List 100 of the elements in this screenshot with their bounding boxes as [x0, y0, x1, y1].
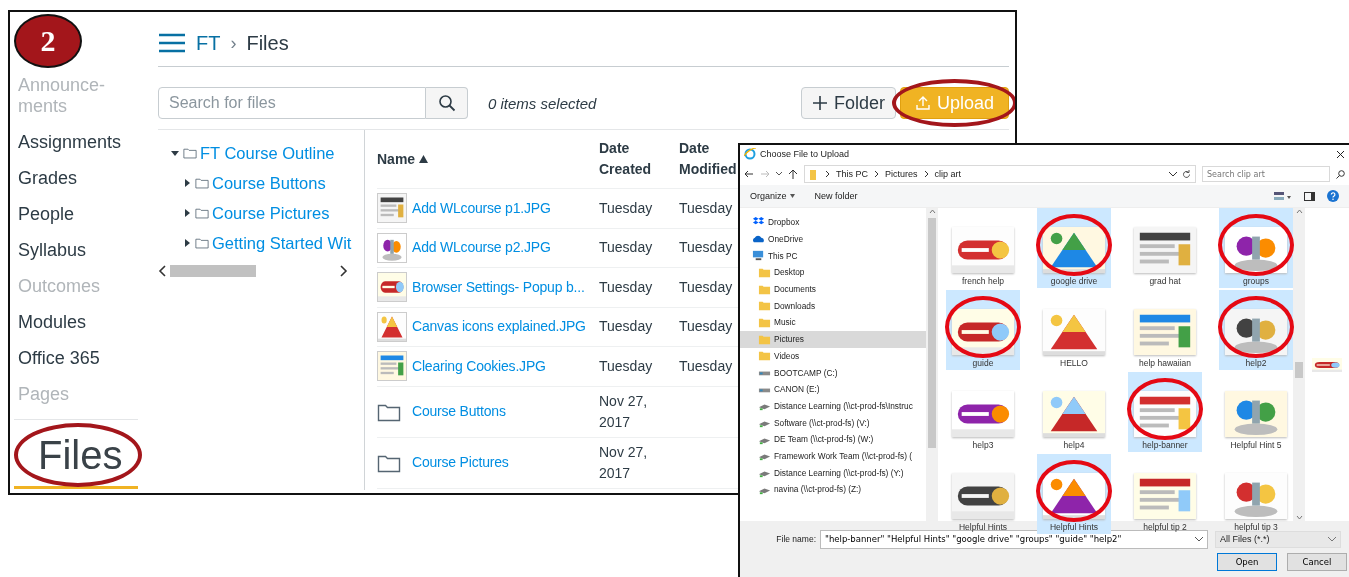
folder-tree-item[interactable]: Course Buttons: [212, 173, 326, 193]
file-link[interactable]: Course Buttons: [412, 401, 506, 422]
scroll-down-icon[interactable]: [1295, 515, 1303, 521]
table-cell: Tuesday: [679, 318, 733, 335]
nav-link[interactable]: Syllabus: [18, 240, 87, 261]
nav-pane-item[interactable]: DE Team (\\ct-prod-fs) (W:): [740, 430, 926, 448]
caret-right-icon[interactable]: [182, 208, 192, 218]
breadcrumb-current: Files: [246, 31, 289, 55]
file-link[interactable]: Add WLcourse p2.JPG: [412, 237, 551, 259]
scrollbar-thumb[interactable]: [170, 265, 256, 277]
nav-pane-item[interactable]: Desktop: [740, 264, 926, 281]
nav-pane-item[interactable]: Downloads: [740, 297, 926, 315]
folder-tree-item[interactable]: Getting Started Wit: [212, 233, 352, 253]
close-icon[interactable]: [1336, 149, 1345, 159]
file-thumbnail[interactable]: Helpful Hint 5: [1219, 372, 1293, 452]
scrollbar-thumb[interactable]: [1295, 362, 1303, 378]
file-thumbnail[interactable]: grad hat: [1128, 208, 1202, 288]
file-thumbnail[interactable]: help2: [1219, 290, 1293, 370]
search-icon[interactable]: [1336, 169, 1345, 179]
nav-pane-item[interactable]: Software (\\ct-prod-fs) (V:): [740, 414, 926, 431]
scroll-up-icon[interactable]: [1295, 208, 1303, 214]
folder-tree-item[interactable]: FT Course Outline: [200, 143, 335, 163]
scrollbar-thumb[interactable]: [928, 218, 936, 448]
dropdown-icon[interactable]: [1169, 171, 1177, 177]
path-segment[interactable]: Pictures: [885, 169, 918, 179]
computer-icon: [752, 249, 765, 263]
column-header[interactable]: Date Modified: [679, 138, 739, 180]
folder-icon: [195, 237, 209, 249]
nav-pane-item[interactable]: Framework Work Team (\\ct-prod-fs) (: [740, 447, 926, 465]
nav-pane-item[interactable]: Pictures: [740, 330, 926, 348]
file-link[interactable]: Browser Settings- Popup b...: [412, 276, 585, 298]
chevron-right-icon: [922, 170, 930, 178]
nav-pane-item[interactable]: navina (\\ct-prod-fs) (Z:): [740, 481, 926, 498]
dialog-button[interactable]: Cancel: [1287, 553, 1347, 571]
nav-pane-item[interactable]: This PC: [740, 247, 926, 265]
column-header[interactable]: Name: [377, 148, 416, 170]
nav-pane-item[interactable]: OneDrive: [740, 230, 926, 248]
nav-pane-item[interactable]: Music: [740, 314, 926, 331]
file-thumbnail[interactable]: help4: [1037, 372, 1111, 452]
plus-icon: [811, 95, 828, 111]
caret-right-icon[interactable]: [182, 178, 192, 188]
back-arrow-icon[interactable]: [744, 170, 754, 178]
folder-tree-item[interactable]: Course Pictures: [212, 203, 330, 223]
folder-icon: [809, 168, 819, 180]
caret-down-icon[interactable]: [170, 148, 180, 158]
file-link[interactable]: Clearing Cookies.JPG: [412, 355, 546, 377]
file-link[interactable]: Add WLcourse p1.JPG: [412, 197, 551, 219]
table-cell: Tuesday: [599, 318, 653, 335]
nav-pane-item[interactable]: Dropbox: [740, 214, 926, 231]
file-thumbnail[interactable]: Helpful Hints: [1037, 454, 1111, 534]
nav-link[interactable]: Files: [38, 432, 123, 478]
organize-menu[interactable]: Organize: [750, 191, 795, 201]
nav-pane-item[interactable]: Distance Learning (\\ct-prod-fs) (Y:): [740, 464, 926, 481]
scroll-up-icon[interactable]: [928, 208, 936, 214]
file-thumbnail[interactable]: french help: [946, 208, 1020, 288]
refresh-icon[interactable]: [1182, 169, 1191, 179]
scroll-right-icon[interactable]: [338, 265, 348, 277]
dialog-button[interactable]: Open: [1217, 553, 1277, 571]
add-folder-button[interactable]: Folder: [800, 87, 896, 119]
path-segment[interactable]: This PC: [836, 169, 868, 179]
table-cell: Tuesday: [679, 239, 733, 256]
file-thumbnail[interactable]: groups: [1219, 208, 1293, 288]
nav-pane-item[interactable]: Distance Learning (\\ct-prod-fs\Instruc: [740, 397, 926, 415]
nav-pane-item[interactable]: BOOTCAMP (C:): [740, 364, 926, 381]
path-segment[interactable]: clip art: [934, 169, 962, 179]
search-button[interactable]: [426, 87, 468, 119]
search-field[interactable]: Search for files: [158, 87, 426, 119]
caret-down-icon[interactable]: [776, 172, 782, 176]
file-thumbnail[interactable]: HELLO: [1037, 290, 1111, 370]
nav-pane-item[interactable]: Documents: [740, 280, 926, 298]
caret-right-icon[interactable]: [182, 238, 192, 248]
up-arrow-icon[interactable]: [788, 169, 798, 179]
nav-link[interactable]: Assignments: [18, 132, 122, 153]
scroll-left-icon[interactable]: [158, 265, 168, 277]
file-thumbnail[interactable]: guide: [946, 290, 1020, 370]
file-link[interactable]: Canvas icons explained.JPG: [412, 316, 586, 338]
folder-icon: [758, 349, 771, 363]
nav-pane-item[interactable]: Videos: [740, 347, 926, 365]
dropdown-icon[interactable]: [1195, 536, 1203, 542]
nav-pane-item[interactable]: CANON (E:): [740, 380, 926, 398]
file-thumbnail[interactable]: help-banner: [1128, 372, 1202, 452]
menu-icon[interactable]: [158, 33, 186, 53]
view-options-icon[interactable]: [1274, 191, 1292, 201]
column-header[interactable]: Date Created: [599, 138, 679, 180]
file-thumbnail[interactable]: google drive: [1037, 208, 1111, 288]
file-thumbnail[interactable]: help hawaiian: [1128, 290, 1202, 370]
nav-link[interactable]: Modules: [18, 312, 87, 333]
nav-link[interactable]: People: [18, 204, 75, 225]
search-field[interactable]: Search clip art: [1202, 166, 1330, 182]
breadcrumb-link[interactable]: FT: [196, 31, 221, 55]
step-badge: 2: [14, 14, 82, 68]
file-thumbnail[interactable]: help3: [946, 372, 1020, 452]
address-bar[interactable]: This PC Pictures clip art: [804, 165, 1196, 183]
nav-link[interactable]: Grades: [18, 168, 78, 189]
nav-link[interactable]: Office 365: [18, 348, 100, 369]
field-label: File name:: [775, 534, 817, 544]
new-folder-button[interactable]: New folder: [814, 191, 858, 201]
preview-pane-icon[interactable]: [1304, 191, 1315, 201]
help-icon[interactable]: [1327, 190, 1339, 202]
file-link[interactable]: Course Pictures: [412, 452, 509, 473]
